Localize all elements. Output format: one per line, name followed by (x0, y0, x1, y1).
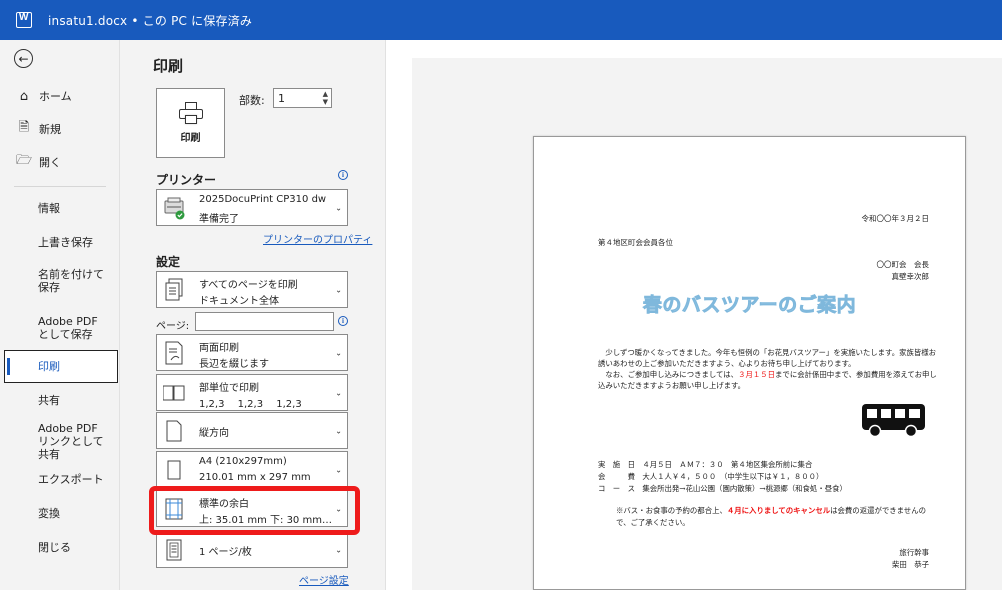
info-icon[interactable]: i (338, 170, 348, 180)
nav-close[interactable]: 閉じる (0, 539, 120, 555)
page-setup-link[interactable]: ページ設定 (299, 572, 349, 587)
home-icon: ⌂ (19, 88, 29, 104)
print-button[interactable]: 印刷 (156, 88, 225, 158)
settings-section-title: 設定 (156, 255, 181, 269)
doc-signature-name: 柴田 恭子 (892, 560, 929, 569)
folder-open-icon: 🗁 (16, 153, 33, 168)
copies-value: 1 (278, 92, 285, 105)
pages-input[interactable] (195, 312, 334, 331)
pages-per-sheet-dropdown[interactable]: 1 ページ/枚 ⌄ (156, 531, 348, 568)
doc-signature-role: 旅行幹事 (899, 548, 929, 557)
duplex-dropdown[interactable]: 両面印刷 長辺を綴じます ⌄ (156, 334, 348, 371)
paper-size-sub: 210.01 mm x 297 mm (199, 472, 311, 483)
preview-page: 令和〇〇年３月２日 第４地区町会会員各位 〇〇町会 会長 真壁幸次郎 春のバスツ… (533, 136, 966, 590)
doc-sender-name: 真壁幸次郎 (891, 272, 930, 281)
info-icon[interactable]: i (338, 316, 348, 326)
doc-recipient: 第４地区町会会員各位 (598, 238, 673, 247)
title-bar: insatu1.docx • この PC に保存済み (0, 0, 1002, 40)
chevron-down-icon: ⌄ (335, 388, 342, 397)
collate-dropdown[interactable]: 部単位で印刷 1,2,3 1,2,3 1,2,3 ⌄ (156, 374, 348, 411)
printer-dropdown[interactable]: 2025DocuPrint CP310 dw 準備完了 ⌄ (156, 189, 348, 226)
nav-adobe-pdf-share[interactable]: Adobe PDF リンクとして共有 (0, 422, 120, 461)
nav-transform[interactable]: 変換 (0, 505, 120, 521)
doc-detail-course: コ ー ス 集会所出発→花山公園（園内散策）→桃源郷（和食処・昼食） (598, 484, 847, 493)
pages-per-sheet-value: 1 ページ/枚 (199, 547, 252, 558)
doc-paragraph-1: 少しずつ暖かくなってきました。今年も恒例の「お花見バスツアー」を実施いたします。… (598, 348, 937, 368)
nav-divider (14, 186, 106, 187)
doc-title: 春のバスツアーのご案内 (642, 294, 857, 317)
printer-icon (178, 102, 203, 124)
nav-export[interactable]: エクスポート (0, 471, 120, 487)
bus-icon (862, 404, 925, 438)
duplex-page-icon (165, 341, 183, 364)
new-document-icon: 🗎 (18, 120, 30, 135)
back-arrow-icon[interactable]: ← (14, 49, 33, 68)
copies-label: 部数: (239, 94, 265, 107)
spinner-arrows-icon[interactable]: ▲ ▼ (323, 90, 328, 106)
printer-name: 2025DocuPrint CP310 dw (199, 194, 327, 205)
print-settings-panel: 印刷 印刷 部数: 1 ▲ ▼ プリンター i 2025DocuPrint CP3… (120, 40, 386, 590)
nav-new[interactable]: 🗎 新規 (0, 120, 120, 138)
chevron-down-icon: ⌄ (335, 348, 342, 357)
print-range-value: すべてのページを印刷 (199, 280, 298, 291)
doc-paragraph-2: なお、ご参加申し込みにつきましては、３月１５日までに会計係田中まで、参加費用を添… (598, 370, 937, 390)
paper-size-dropdown[interactable]: A4 (210x297mm) 210.01 mm x 297 mm ⌄ (156, 451, 348, 488)
chevron-down-icon: ⌄ (335, 545, 342, 554)
page-title: 印刷 (153, 57, 184, 75)
doc-sender-title: 〇〇町会 会長 (876, 260, 930, 269)
nav-print[interactable]: 印刷 (4, 350, 118, 383)
duplex-sub: 長辺を綴じます (199, 359, 269, 370)
copies-spinner[interactable]: 1 ▲ ▼ (273, 88, 332, 108)
chevron-down-icon: ⌄ (335, 426, 342, 435)
print-range-sub: ドキュメント全体 (199, 296, 279, 307)
paper-size-icon (167, 460, 181, 479)
nav-info[interactable]: 情報 (0, 200, 120, 216)
orientation-value: 縦方向 (199, 428, 229, 439)
pages-stack-icon (165, 278, 183, 300)
collate-sub: 1,2,3 1,2,3 1,2,3 (199, 399, 302, 410)
doc-note: ※バス・お食事の予約の都合上、４月に入りましてのキャンセルは会費の返還ができませ… (616, 506, 926, 527)
nav-save[interactable]: 上書き保存 (0, 234, 120, 250)
printer-status: 準備完了 (199, 214, 239, 225)
margins-highlight-annotation (149, 486, 360, 535)
collate-pages-icon (163, 385, 185, 400)
backstage-sidebar: ← ⌂ ホーム 🗎 新規 🗁 開く 情報 上書き保存 名前を付けて保存 Adob… (0, 40, 120, 590)
one-page-per-sheet-icon (166, 539, 182, 560)
collate-value: 部単位で印刷 (199, 383, 259, 394)
printer-section-title: プリンター (156, 173, 217, 187)
printer-properties-link[interactable]: プリンターのプロパティ (263, 231, 372, 246)
document-title: insatu1.docx • この PC に保存済み (48, 13, 253, 28)
pages-label: ページ: (156, 321, 190, 332)
doc-date: 令和〇〇年３月２日 (861, 214, 930, 223)
doc-detail-fee: 会 費 大人１人￥４，５００ （中学生以下は￥１，８００） (598, 472, 824, 481)
chevron-down-icon: ⌄ (335, 203, 342, 212)
nav-home[interactable]: ⌂ ホーム (0, 87, 120, 105)
print-range-dropdown[interactable]: すべてのページを印刷 ドキュメント全体 ⌄ (156, 271, 348, 308)
orientation-dropdown[interactable]: 縦方向 ⌄ (156, 412, 348, 449)
nav-share[interactable]: 共有 (0, 392, 120, 408)
doc-detail-date: 実 施 日 ４月５日 ＡＭ７：３０ 第４地区集会所前に集合 (598, 460, 813, 469)
portrait-page-icon (166, 420, 182, 441)
nav-open[interactable]: 🗁 開く (0, 153, 120, 171)
paper-size-value: A4 (210x297mm) (199, 456, 287, 467)
word-app-icon (16, 12, 32, 28)
printer-device-icon (164, 197, 185, 219)
chevron-down-icon: ⌄ (335, 285, 342, 294)
nav-adobe-pdf-save[interactable]: Adobe PDF として保存 (0, 314, 120, 342)
chevron-down-icon: ⌄ (335, 465, 342, 474)
nav-save-as[interactable]: 名前を付けて保存 (0, 267, 120, 295)
duplex-value: 両面印刷 (199, 343, 239, 354)
